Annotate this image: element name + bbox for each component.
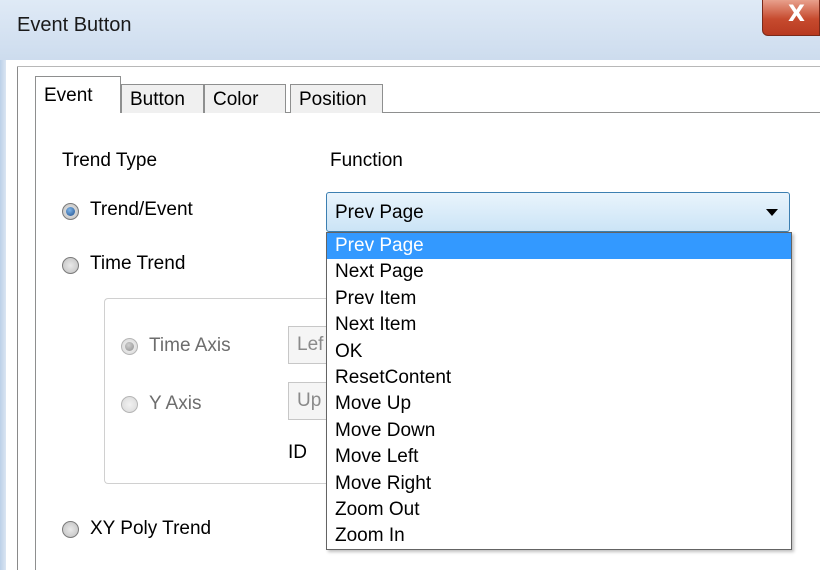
frame-divider bbox=[17, 66, 18, 570]
window-title: Event Button bbox=[17, 14, 132, 36]
xy-poly-trend-radio[interactable] bbox=[62, 521, 79, 538]
dropdown-option[interactable]: Zoom Out bbox=[327, 497, 791, 523]
time-axis-label: Time Axis bbox=[149, 335, 231, 356]
dropdown-option[interactable]: OK bbox=[327, 339, 791, 365]
dropdown-option[interactable]: Next Page bbox=[327, 259, 791, 285]
time-axis-radio bbox=[121, 338, 138, 355]
radio-selected-dot bbox=[125, 342, 134, 351]
dropdown-option[interactable]: Prev Page bbox=[327, 233, 791, 260]
dropdown-option[interactable]: Move Left bbox=[327, 444, 791, 470]
chevron-down-icon[interactable] bbox=[766, 209, 778, 216]
function-dropdown-list: Prev Page Next Page Prev Item Next Item … bbox=[326, 232, 792, 550]
dropdown-option[interactable]: Move Right bbox=[327, 471, 791, 497]
tab-event[interactable]: Event bbox=[35, 76, 121, 113]
trend-event-radio[interactable] bbox=[62, 203, 79, 220]
id-label: ID bbox=[288, 442, 307, 463]
frame-divider bbox=[17, 66, 820, 67]
y-axis-radio bbox=[121, 396, 138, 413]
window-edge bbox=[0, 60, 6, 570]
tab-button[interactable]: Button bbox=[121, 84, 204, 113]
tab-position[interactable]: Position bbox=[290, 84, 383, 113]
dropdown-option[interactable]: Next Item bbox=[327, 312, 791, 338]
dropdown-option[interactable]: Zoom In bbox=[327, 523, 791, 549]
trend-type-heading: Trend Type bbox=[62, 150, 158, 171]
y-axis-label: Y Axis bbox=[149, 393, 202, 414]
dropdown-option[interactable]: Move Down bbox=[327, 418, 791, 444]
dropdown-option[interactable]: Move Up bbox=[327, 391, 791, 417]
radio-selected-dot bbox=[66, 207, 75, 216]
time-trend-radio[interactable] bbox=[62, 257, 79, 274]
xy-poly-trend-label[interactable]: XY Poly Trend bbox=[90, 518, 211, 540]
dropdown-option[interactable]: Prev Item bbox=[327, 286, 791, 312]
function-combo[interactable]: Prev Page bbox=[326, 192, 790, 232]
function-heading: Function bbox=[330, 150, 403, 171]
time-trend-label[interactable]: Time Trend bbox=[90, 253, 185, 275]
dropdown-option[interactable]: ResetContent bbox=[327, 365, 791, 391]
title-bar: Event Button X bbox=[0, 0, 820, 60]
trend-event-label[interactable]: Trend/Event bbox=[90, 199, 193, 221]
close-button[interactable]: X bbox=[762, 0, 820, 36]
function-combo-value: Prev Page bbox=[335, 202, 424, 223]
tab-color[interactable]: Color bbox=[204, 84, 286, 113]
close-icon: X bbox=[788, 2, 805, 27]
